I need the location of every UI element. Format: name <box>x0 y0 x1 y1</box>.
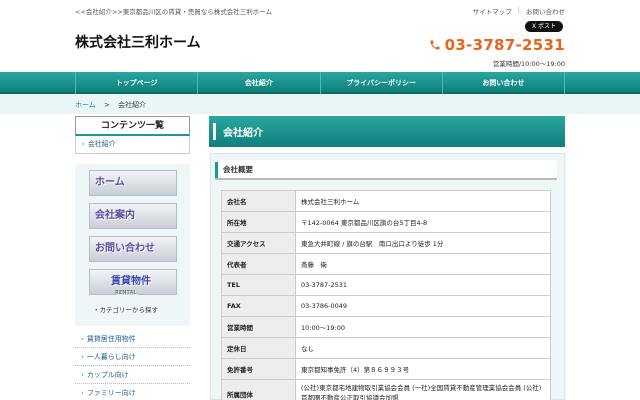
banner-home[interactable]: ホーム <box>89 170 177 196</box>
page-title: 会社紹介 <box>223 128 263 139</box>
category-label: ファミリー向け <box>86 389 136 397</box>
row-key: TEL <box>221 274 296 296</box>
top-links: サイトマップ | お問い合わせ <box>473 6 565 16</box>
banner-contact[interactable]: お問い合わせ <box>89 236 177 262</box>
breadcrumb-current: 会社紹介 <box>118 101 147 109</box>
row-key: 交通アクセス <box>221 232 296 254</box>
table-row: 所在地 〒142-0064 東京都品川区旗の台5丁目4-8 <box>221 211 551 233</box>
row-key: 所属団体 <box>221 379 296 400</box>
row-value: 03-3787-2531 <box>295 274 551 296</box>
category-label: 一人暮らし向け <box>86 353 136 361</box>
contact-top-link[interactable]: お問い合わせ <box>526 6 565 16</box>
table-row: 会社名 株式会社三利ホーム <box>221 190 551 212</box>
table-row: 交通アクセス 東急大井町線 / 旗の台駅 南口出口より徒歩 1分 <box>221 232 551 254</box>
global-nav: トップページ 会社紹介 プライバシーポリシー お問い合わせ <box>0 72 640 94</box>
sidebar-item-company[interactable]: › 会社紹介 <box>75 136 190 154</box>
row-value: 株式会社三利ホーム <box>295 190 551 212</box>
banner-rental-sub: RENTAL <box>115 290 137 296</box>
row-value: 10:00〜19:00 <box>295 316 551 338</box>
breadcrumb-separator: > <box>104 101 110 109</box>
banner-area: ホーム 会社案内 お問い合わせ 賃貸物件 RENTAL ・カテゴリーから探す <box>75 164 190 326</box>
site-tagline: <<会社紹介>>東京都品川区の賃貸・売買なら株式会社三利ホーム <box>75 8 273 16</box>
category-search-link[interactable]: ・カテゴリーから探す <box>87 302 178 320</box>
sidebar: コンテンツ一覧 › 会社紹介 ホーム 会社案内 お問い合わせ 賃貸物件 RENTA… <box>75 116 190 400</box>
company-overview-panel: 会社概要 会社名 株式会社三利ホーム 所在地 〒142-0064 東京都品川区旗の台… <box>210 153 565 400</box>
phone-number: 03-3787-2531 <box>444 36 565 54</box>
nav-contact[interactable]: お問い合わせ <box>441 72 565 94</box>
table-row: 営業時間 10:00〜19:00 <box>221 316 551 338</box>
table-row: TEL 03-3787-2531 <box>221 274 551 296</box>
chevron-right-icon: › <box>81 371 84 379</box>
table-row: 代表者 斎藤 衛 <box>221 253 551 275</box>
chevron-right-icon: › <box>81 389 84 397</box>
section-title-text: 会社概要 <box>223 165 253 174</box>
category-item[interactable]: › 一人暮らし向け <box>75 348 190 366</box>
category-item[interactable]: › 賃貸居住用物件 <box>75 330 190 348</box>
row-value: 斎藤 衛 <box>295 253 551 275</box>
category-label: カップル向け <box>86 371 129 379</box>
category-label: 賃貸居住用物件 <box>86 335 136 343</box>
banner-rental-label: 賃貸物件 <box>111 276 151 287</box>
row-value: 東京都知事免許（4）第８６９９３号 <box>295 358 551 380</box>
table-row: 所属団体 (公社)東京都宅地建物取引業協会会員 (一社)全国賃貸不動産管理業協会会… <box>221 379 551 400</box>
nav-privacy[interactable]: プライバシーポリシー <box>319 72 442 94</box>
chevron-right-icon: › <box>81 353 84 361</box>
category-item[interactable]: › ファミリー向け <box>75 384 190 400</box>
phone-block: 03-3787-2531 <box>429 36 565 54</box>
chevron-right-icon: › <box>81 335 84 343</box>
breadcrumb: ホーム > 会社紹介 <box>75 100 146 110</box>
row-key: 営業時間 <box>221 316 296 338</box>
nav-top-page[interactable]: トップページ <box>75 72 197 94</box>
category-list: › 賃貸居住用物件 › 一人暮らし向け › カップル向け › ファミリー向け <box>75 330 190 400</box>
phone-icon <box>430 40 440 50</box>
row-key: FAX <box>221 295 296 317</box>
banner-company[interactable]: 会社案内 <box>89 203 177 229</box>
x-post-button[interactable]: X ポスト <box>525 21 563 32</box>
row-key: 代表者 <box>221 253 296 275</box>
table-row: 定休日 なし <box>221 337 551 359</box>
category-item[interactable]: › カップル向け <box>75 366 190 384</box>
sitemap-link[interactable]: サイトマップ <box>473 6 512 16</box>
breadcrumb-home[interactable]: ホーム <box>75 101 96 109</box>
section-title: 会社概要 <box>215 160 557 180</box>
row-value: なし <box>295 337 551 359</box>
row-key: 会社名 <box>221 190 296 212</box>
section-accent-bar <box>215 162 218 178</box>
contents-title: コンテンツ一覧 <box>75 116 190 136</box>
chevron-right-icon: › <box>82 140 85 148</box>
table-row: 免許番号 東京都知事免許（4）第８６９９３号 <box>221 358 551 380</box>
title-accent-bar <box>213 123 216 140</box>
table-row: FAX 03-3786-0049 <box>221 295 551 317</box>
row-value: (公社)東京都宅地建物取引業協会会員 (一社)全国賃貸不動産管理業協会会員 (公… <box>295 379 551 400</box>
row-key: 定休日 <box>221 337 296 359</box>
business-hours: 営業時間/10:00〜19:00 <box>492 60 565 68</box>
banner-rental[interactable]: 賃貸物件 RENTAL <box>89 269 177 296</box>
nav-company[interactable]: 会社紹介 <box>197 72 319 94</box>
company-logo[interactable]: 株式会社三利ホーム <box>75 32 201 52</box>
row-key: 所在地 <box>221 211 296 233</box>
row-value: 東急大井町線 / 旗の台駅 南口出口より徒歩 1分 <box>295 232 551 254</box>
company-info-table: 会社名 株式会社三利ホーム 所在地 〒142-0064 東京都品川区旗の台5丁目4-… <box>221 190 551 400</box>
row-value: 03-3786-0049 <box>295 295 551 317</box>
page-title-bar: 会社紹介 <box>205 116 565 147</box>
sidebar-item-label: 会社紹介 <box>87 140 116 148</box>
row-value: 〒142-0064 東京都品川区旗の台5丁目4-8 <box>295 211 551 233</box>
row-key: 免許番号 <box>221 358 296 380</box>
separator: | <box>517 6 520 14</box>
